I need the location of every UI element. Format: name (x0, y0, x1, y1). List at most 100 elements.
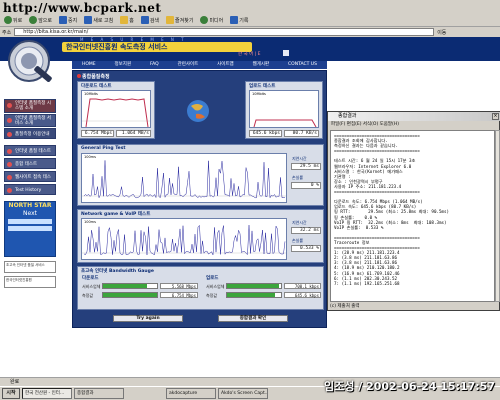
sidebar: 인터넷 품질측정 시스템 소개 인터넷 품질측정 서비스 소개 품질측정 이용안… (0, 93, 60, 377)
network-globe-icon (187, 100, 209, 122)
voip-graph: 100ms (81, 218, 287, 260)
sidebar-item-guide[interactable]: 품질측정 이용안내 (4, 128, 56, 139)
voip-test-box: Network game & VoIP 테스트 100ms 지연시간 32.2 … (77, 209, 324, 263)
upload-rate-kbps: 645.6 kbps (249, 130, 282, 137)
voip-latency-label: 지연시간 (292, 220, 307, 225)
result-window-title: 종합결과 (338, 113, 357, 119)
browser-toolbar: 뒤로 앞으로 중지 새로 고침 홈 검색 즐겨찾기 미디어 기록 (0, 14, 500, 27)
voip-trace (82, 224, 286, 256)
bullet-icon (7, 149, 12, 154)
taskbar-item[interactable]: 종합결과 (74, 388, 124, 399)
bullet-icon (7, 188, 12, 193)
upload-test-box: 업로드 테스트 10Mbits 645.6 kbps 80.7 KB/s (245, 81, 323, 139)
result-window-menu[interactable]: 파일(F) 편집(E) 서식(O) 도움말(H) (328, 121, 500, 129)
home-icon[interactable] (283, 50, 289, 56)
sidebar-item-system-intro[interactable]: 인터넷 품질측정 시스템 소개 (4, 99, 56, 113)
bullet-icon (7, 162, 12, 167)
panel-heading: 종합품질측정 (77, 73, 110, 80)
result-text-area[interactable]: ================================== 종합결과 … (330, 130, 495, 302)
ad-banner[interactable]: 초고속 인터넷 품질 서비스 (4, 261, 56, 273)
ping-graph: 100ms (81, 153, 287, 203)
gauge-title: 초고속 인터넷 Bandwidth Gauge (81, 269, 154, 274)
bandwidth-gauge: 초고속 인터넷 Bandwidth Gauge 다운로드 업로드 서비스업체 5… (77, 266, 324, 310)
nav-related-sites[interactable]: 관련사이트 (178, 61, 199, 69)
site-header: M E A S U R E M E N T 한국인터넷진흥원 속도측정 서비스 … (0, 37, 500, 61)
favorites-button[interactable]: 즐겨찾기 (164, 15, 195, 25)
gauge-ul-provider-bar (226, 283, 282, 289)
taskbar-item[interactable]: akdocapture (166, 388, 216, 399)
gauge-upload-head: 업로드 (206, 276, 219, 281)
result-window: 종합결과 × 파일(F) 편집(E) 서식(O) 도움말(H) ========… (327, 111, 500, 311)
gauge-fill (103, 284, 148, 288)
search-button[interactable]: 검색 (139, 15, 161, 25)
back-arrow-icon (4, 16, 12, 24)
nav-board[interactable]: 웹게시판 (253, 61, 270, 69)
language-link[interactable]: 한 국 어 | E (238, 51, 261, 57)
star-icon (166, 16, 175, 24)
watermark: http://www.bcpark.net (3, 1, 162, 15)
gauge-fill (227, 293, 275, 297)
back-button[interactable]: 뒤로 (2, 15, 24, 25)
sidebar-item-full-test[interactable]: 종합 테스트 (4, 158, 56, 169)
media-button[interactable]: 미디어 (198, 15, 225, 25)
download-test-title: 다운로드 테스트 (81, 84, 112, 89)
download-rate-mbs: 1.064 MB/s (116, 130, 151, 137)
try-again-button[interactable]: Try again (113, 315, 183, 322)
voip-loss-label: 손실률 (292, 238, 304, 243)
nav-home[interactable]: HOME (82, 61, 96, 69)
ping-test-title: General Ping Test (81, 146, 126, 151)
result-window-titlebar: 종합결과 × (328, 112, 500, 121)
gauge-row-label: 측정값 (206, 293, 218, 298)
sidebar-item-website-test[interactable]: 웹사이트 접속 테스트 (4, 171, 56, 191)
download-trace (82, 98, 150, 127)
voip-loss-value: 0.533 % (291, 245, 321, 252)
northstar-banner[interactable]: NORTH STAR Next (4, 201, 56, 257)
gauge-fill (103, 293, 157, 297)
bullet-icon (7, 175, 12, 180)
gauge-dl-provider-bar (102, 283, 158, 289)
vertical-scrollbar[interactable] (495, 130, 500, 302)
gauge-dl-measured-bar (102, 292, 158, 298)
ad-banner[interactable]: 한국인터넷진흥원 (4, 276, 56, 288)
upload-test-title: 업로드 테스트 (249, 84, 276, 89)
nav-info[interactable]: 정보지원 (115, 61, 132, 69)
view-result-button[interactable]: 종합결과 확인 (218, 315, 288, 322)
bullet-icon (7, 132, 12, 137)
voip-test-title: Network game & VoIP 테스트 (81, 212, 151, 217)
home-button[interactable]: 홈 (118, 15, 136, 25)
stop-button[interactable]: 중지 (57, 15, 79, 25)
gauge-ul-provider-value: 700.1 kbps (284, 283, 321, 289)
upload-trace (253, 119, 317, 127)
main-nav: HOME 정보지원 FAQ 관련사이트 사이트맵 웹게시판 CONTACT US (72, 61, 327, 69)
nav-sitemap[interactable]: 사이트맵 (217, 61, 234, 69)
close-icon[interactable]: × (492, 113, 499, 120)
gauge-ul-measured-bar (226, 292, 282, 298)
gauge-row-label: 측정값 (82, 293, 94, 298)
upload-graph: 10Mbits (249, 90, 319, 128)
voip-latency-value: 32.2 ms (291, 227, 321, 234)
sidebar-item-test-history[interactable]: Test History (4, 184, 56, 195)
download-rate-mbps: 6.754 Mbps (81, 130, 114, 137)
ping-trace (82, 160, 286, 199)
bullet-icon (7, 118, 12, 123)
banner-strip (8, 226, 52, 231)
gauge-download-head: 다운로드 (82, 276, 99, 281)
history-button[interactable]: 기록 (228, 15, 250, 25)
sidebar-item-service-intro[interactable]: 인터넷 품질측정 서비스 소개 (4, 114, 56, 127)
start-button[interactable]: 시작 (2, 388, 20, 399)
refresh-button[interactable]: 새로 고침 (82, 15, 115, 25)
gauge-row-label: 서비스업체 (82, 284, 101, 289)
forward-button[interactable]: 앞으로 (27, 15, 54, 25)
taskbar-item[interactable]: Akdo's Screen Capt... (218, 388, 268, 399)
taskbar-item[interactable]: 한국 전산원 - 인터... (22, 388, 72, 399)
sidebar-item-quality-test[interactable]: 인터넷 품질 테스트 (4, 145, 56, 156)
media-icon (200, 16, 209, 24)
banner-strip (8, 219, 52, 224)
gauge-dl-measured-value: 6.754 Mbps (160, 292, 198, 298)
nav-faq[interactable]: FAQ (150, 61, 159, 69)
refresh-icon (84, 16, 93, 24)
gauge-dl-provider-value: 5.568 Mbps (160, 283, 198, 289)
address-input[interactable]: http://bita.kisa.or.kr/main/ (14, 28, 435, 36)
nav-contact[interactable]: CONTACT US (288, 61, 317, 69)
go-button[interactable]: 이동 (437, 29, 446, 36)
